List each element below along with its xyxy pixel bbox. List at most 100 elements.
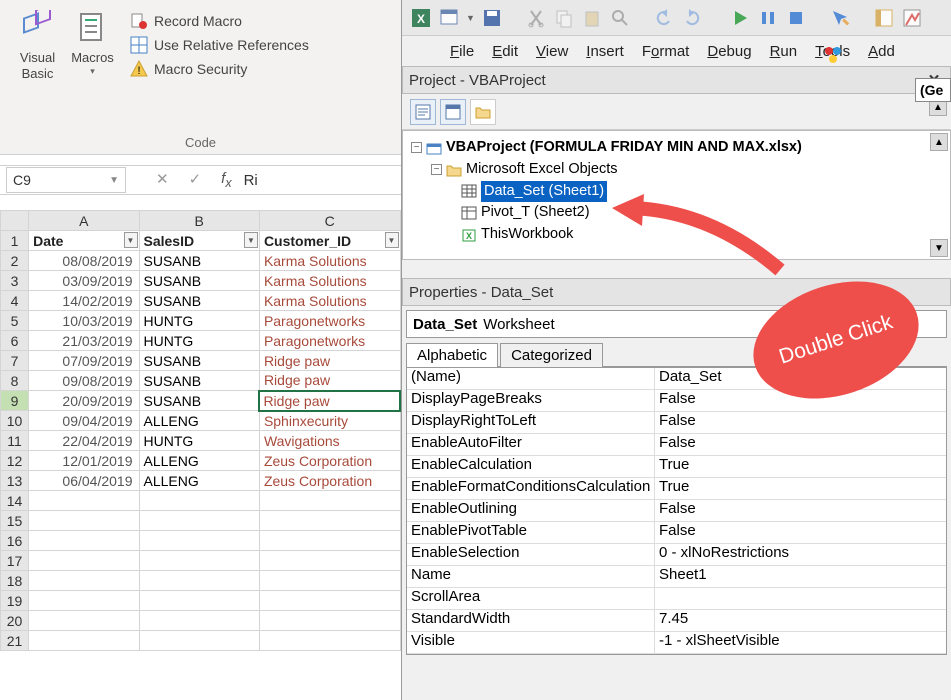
dropdown-toolbar-icon[interactable]: ▼ <box>466 13 475 23</box>
cell[interactable] <box>259 631 400 651</box>
cell[interactable]: Paragonetworks <box>259 311 400 331</box>
name-box-dropdown-icon[interactable]: ▼ <box>109 175 119 186</box>
cell[interactable] <box>29 511 139 531</box>
cell[interactable]: ALLENG <box>139 451 259 471</box>
cell[interactable] <box>139 491 259 511</box>
col-head-a[interactable]: A <box>29 211 139 231</box>
row-head[interactable]: 7 <box>1 351 29 371</box>
cell[interactable] <box>259 511 400 531</box>
property-value[interactable]: True <box>655 456 946 477</box>
cell[interactable]: Karma Solutions <box>259 291 400 311</box>
cell[interactable]: SUSANB <box>139 351 259 371</box>
cell[interactable]: ALLENG <box>139 411 259 431</box>
select-all-corner[interactable] <box>1 211 29 231</box>
cell[interactable]: Ridge paw <box>259 351 400 371</box>
property-row[interactable]: (Name)Data_Set <box>407 368 946 390</box>
row-head[interactable]: 14 <box>1 491 29 511</box>
cell[interactable]: 07/09/2019 <box>29 351 139 371</box>
cell[interactable] <box>29 591 139 611</box>
project-tree[interactable]: ▲ −VBAProject (FORMULA FRIDAY MIN AND MA… <box>402 130 951 260</box>
property-value[interactable]: 7.45 <box>655 610 946 631</box>
cell[interactable]: SUSANB <box>139 251 259 271</box>
row-head[interactable]: 15 <box>1 511 29 531</box>
row-head[interactable]: 3 <box>1 271 29 291</box>
property-value[interactable]: Data_Set <box>655 368 946 389</box>
cell[interactable] <box>139 511 259 531</box>
row-head[interactable]: 4 <box>1 291 29 311</box>
cell[interactable] <box>139 571 259 591</box>
menu-insert[interactable]: Insert <box>586 43 624 60</box>
property-row[interactable]: DisplayRightToLeftFalse <box>407 412 946 434</box>
property-row[interactable]: EnableCalculationTrue <box>407 456 946 478</box>
macro-security-button[interactable]: ! Macro Security <box>130 60 309 78</box>
record-macro-button[interactable]: Record Macro <box>130 12 309 30</box>
row-head[interactable]: 16 <box>1 531 29 551</box>
cell[interactable]: Wavigations <box>259 431 400 451</box>
property-value[interactable]: False <box>655 500 946 521</box>
cell[interactable] <box>29 631 139 651</box>
use-relative-refs-button[interactable]: Use Relative References <box>130 36 309 54</box>
cell[interactable] <box>29 531 139 551</box>
tree-scroll-down-icon[interactable]: ▼ <box>930 239 948 257</box>
insert-userform-icon[interactable] <box>438 7 460 29</box>
tree-item-pivot[interactable]: Pivot_T (Sheet2) <box>481 202 590 224</box>
vbe-menubar[interactable]: File Edit View Insert Format Debug Run T… <box>402 36 951 66</box>
cell[interactable]: Karma Solutions <box>259 251 400 271</box>
row-head[interactable]: 11 <box>1 431 29 451</box>
cut-icon[interactable] <box>525 7 547 29</box>
cell[interactable] <box>29 571 139 591</box>
row-head[interactable]: 21 <box>1 631 29 651</box>
cell[interactable]: 14/02/2019 <box>29 291 139 311</box>
cell[interactable]: SUSANB <box>139 371 259 391</box>
cell[interactable] <box>139 611 259 631</box>
run-icon[interactable] <box>729 7 751 29</box>
tab-categorized[interactable]: Categorized <box>500 343 603 367</box>
property-row[interactable]: ScrollArea <box>407 588 946 610</box>
filter-dropdown-icon[interactable]: ▼ <box>124 232 138 248</box>
cell[interactable]: HUNTG <box>139 331 259 351</box>
table-header-cell[interactable]: Date▼ <box>29 231 139 251</box>
cell[interactable]: SUSANB <box>139 391 259 411</box>
properties-object-combo[interactable]: Data_Set Worksheet <box>406 310 947 338</box>
menu-edit[interactable]: Edit <box>492 43 518 60</box>
cell[interactable]: Karma Solutions <box>259 271 400 291</box>
cell[interactable] <box>259 591 400 611</box>
row-head[interactable]: 17 <box>1 551 29 571</box>
property-value[interactable] <box>655 588 946 609</box>
row-head[interactable]: 19 <box>1 591 29 611</box>
visual-basic-button[interactable]: Visual Basic <box>10 8 65 83</box>
view-object-icon[interactable] <box>440 99 466 125</box>
name-box[interactable]: C9 ▼ <box>6 167 126 193</box>
property-value[interactable]: -1 - xlSheetVisible <box>655 632 946 653</box>
property-value[interactable]: False <box>655 434 946 455</box>
menu-format[interactable]: Format <box>642 43 690 60</box>
row-head[interactable]: 8 <box>1 371 29 391</box>
cell[interactable] <box>139 631 259 651</box>
row-head[interactable]: 13 <box>1 471 29 491</box>
property-value[interactable]: True <box>655 478 946 499</box>
property-row[interactable]: NameSheet1 <box>407 566 946 588</box>
enter-icon[interactable]: ✓ <box>189 170 202 190</box>
cell[interactable] <box>259 611 400 631</box>
menu-run[interactable]: Run <box>770 43 798 60</box>
property-row[interactable]: EnableAutoFilterFalse <box>407 434 946 456</box>
cell[interactable]: 06/04/2019 <box>29 471 139 491</box>
cell[interactable] <box>139 591 259 611</box>
cell[interactable]: 22/04/2019 <box>29 431 139 451</box>
cell[interactable] <box>29 551 139 571</box>
cell[interactable] <box>139 551 259 571</box>
cell[interactable] <box>29 491 139 511</box>
row-head[interactable]: 1 <box>1 231 29 251</box>
property-row[interactable]: EnableFormatConditionsCalculationTrue <box>407 478 946 500</box>
filter-dropdown-icon[interactable]: ▼ <box>244 232 258 248</box>
cell[interactable]: 03/09/2019 <box>29 271 139 291</box>
code-object-combo[interactable]: (Ge <box>915 78 951 102</box>
tree-item-thisworkbook[interactable]: ThisWorkbook <box>481 224 573 246</box>
toggle-folders-icon[interactable] <box>470 99 496 125</box>
col-head-b[interactable]: B <box>139 211 259 231</box>
redo-icon[interactable] <box>681 7 703 29</box>
project-explorer-icon[interactable] <box>873 7 895 29</box>
fx-icon[interactable]: fx <box>221 170 231 190</box>
cell[interactable]: ALLENG <box>139 471 259 491</box>
view-code-icon[interactable] <box>410 99 436 125</box>
